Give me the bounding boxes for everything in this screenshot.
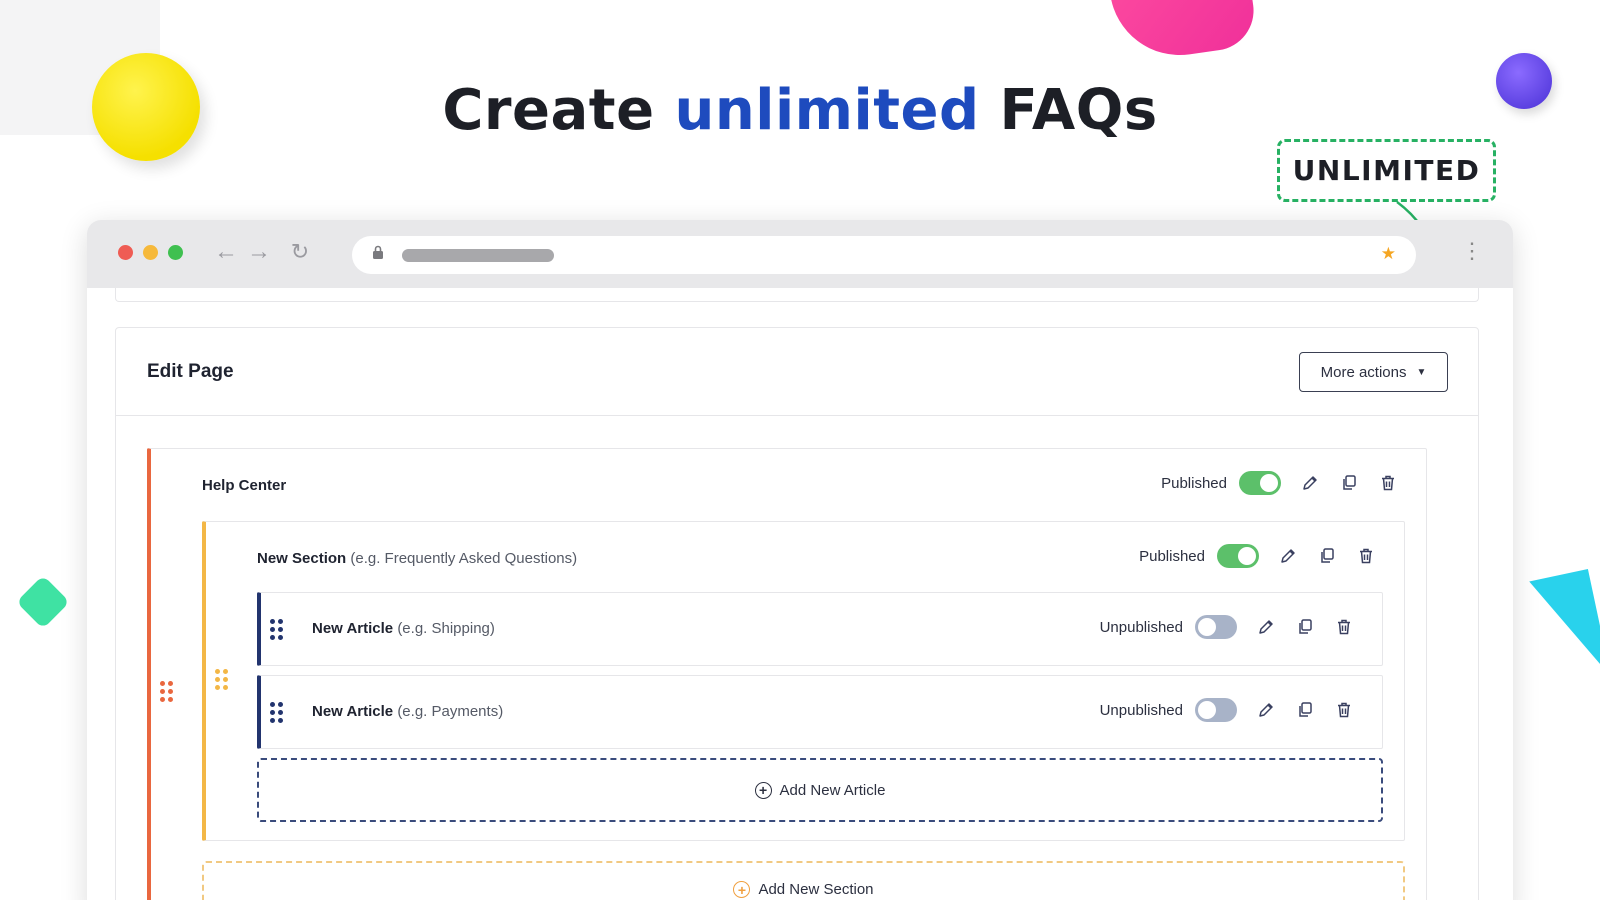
address-bar[interactable]: ★: [352, 236, 1416, 274]
browser-toolbar: ← → ↻ ★ ⋮: [87, 220, 1513, 288]
unlimited-badge: UNLIMITED: [1277, 139, 1496, 202]
star-icon[interactable]: ★: [1381, 244, 1396, 264]
edit-page-card: Edit Page More actions ▼ Help Center Pub…: [115, 327, 1479, 900]
copy-icon[interactable]: [1295, 700, 1315, 720]
pencil-icon[interactable]: [1278, 546, 1298, 566]
more-actions-label: More actions: [1320, 363, 1407, 381]
minimize-window-dot[interactable]: [143, 245, 158, 260]
article-drag-handle-icon[interactable]: [270, 702, 283, 723]
more-actions-button[interactable]: More actions ▼: [1299, 352, 1448, 392]
browser-window: ← → ↻ ★ ⋮ Edit Page More actions ▼ Help …: [87, 220, 1513, 900]
pencil-icon[interactable]: [1256, 617, 1276, 637]
help-center-drag-handle-icon[interactable]: [160, 681, 173, 702]
article-card: New Article (e.g. Shipping) Unpublished: [257, 592, 1383, 666]
reload-icon[interactable]: ↻: [287, 238, 313, 266]
add-new-section-button[interactable]: + Add New Section: [202, 861, 1405, 900]
trash-icon[interactable]: [1334, 700, 1354, 720]
pencil-icon[interactable]: [1300, 473, 1320, 493]
close-window-dot[interactable]: [118, 245, 133, 260]
help-center-card: Help Center Published New Section (e.g. …: [147, 448, 1427, 900]
article-title: New Article (e.g. Payments): [312, 703, 504, 720]
arrow-right-icon[interactable]: →: [246, 238, 272, 266]
headline-prefix: Create: [442, 78, 675, 143]
article-card: New Article (e.g. Payments) Unpublished: [257, 675, 1383, 749]
article-title: New Article (e.g. Shipping): [312, 620, 495, 637]
section-title: New Section (e.g. Frequently Asked Quest…: [257, 550, 578, 567]
add-new-section-label: Add New Section: [758, 881, 874, 898]
help-center-status: Published: [1161, 474, 1227, 492]
section-actions: Published: [1139, 544, 1376, 568]
headline-accent: unlimited: [674, 78, 980, 143]
caret-down-icon: ▼: [1416, 366, 1427, 378]
section-status: Published: [1139, 547, 1205, 565]
arrow-left-icon[interactable]: ←: [213, 238, 239, 266]
plus-circle-icon: +: [733, 881, 751, 898]
maximize-window-dot[interactable]: [168, 245, 183, 260]
copy-icon[interactable]: [1295, 617, 1315, 637]
article-status: Unpublished: [1099, 701, 1183, 719]
help-center-actions: Published: [1161, 471, 1398, 495]
previous-card-edge: [115, 288, 1479, 302]
lock-icon: [372, 245, 384, 262]
headline-suffix: FAQs: [979, 78, 1158, 143]
page-title: Edit Page: [147, 361, 234, 382]
article-drag-handle-icon[interactable]: [270, 619, 283, 640]
headline: Create unlimited FAQs: [0, 78, 1600, 143]
pencil-icon[interactable]: [1256, 700, 1276, 720]
decorative-green-diamond: [16, 575, 70, 629]
article-actions: Unpublished: [1100, 698, 1354, 722]
trash-icon[interactable]: [1378, 473, 1398, 493]
section-card: New Section (e.g. Frequently Asked Quest…: [202, 521, 1405, 841]
decorative-pink-shape: [1101, 0, 1259, 65]
article-actions: Unpublished: [1100, 615, 1354, 639]
copy-icon[interactable]: [1339, 473, 1359, 493]
trash-icon[interactable]: [1334, 617, 1354, 637]
section-publish-toggle[interactable]: [1217, 544, 1259, 568]
help-center-publish-toggle[interactable]: [1239, 471, 1281, 495]
trash-icon[interactable]: [1356, 546, 1376, 566]
unlimited-badge-label: UNLIMITED: [1292, 154, 1481, 187]
copy-icon[interactable]: [1317, 546, 1337, 566]
plus-circle-icon: +: [754, 781, 772, 799]
decorative-cyan-triangle: [1529, 568, 1600, 690]
add-new-article-label: Add New Article: [779, 781, 886, 799]
article-status: Unpublished: [1099, 618, 1183, 636]
add-new-article-button[interactable]: + Add New Article: [257, 758, 1383, 822]
article-publish-toggle[interactable]: [1195, 698, 1237, 722]
article-publish-toggle[interactable]: [1195, 615, 1237, 639]
section-drag-handle-icon[interactable]: [215, 669, 228, 690]
edit-page-header: Edit Page More actions ▼: [116, 328, 1478, 416]
help-center-title: Help Center: [202, 477, 287, 494]
kebab-menu-icon[interactable]: ⋮: [1461, 240, 1483, 262]
url-placeholder-bar: [402, 249, 554, 262]
